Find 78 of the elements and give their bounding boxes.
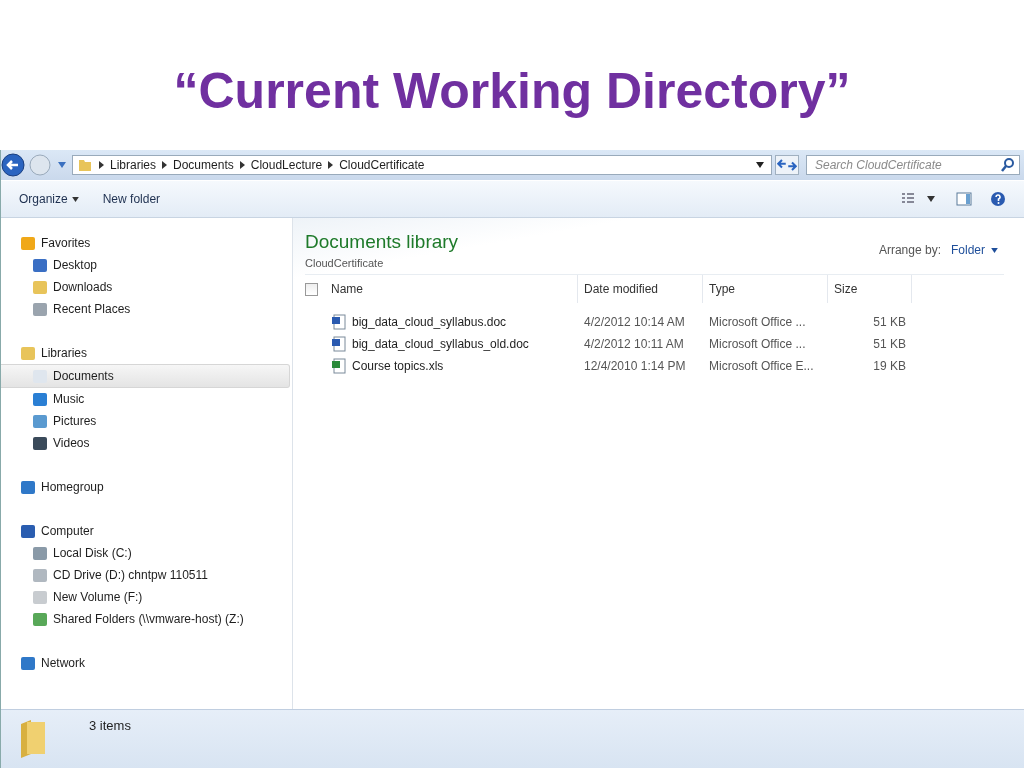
sidebar-header[interactable]: Libraries xyxy=(1,342,292,364)
sidebar-item[interactable]: Music xyxy=(1,388,292,410)
sidebar-item-label: Pictures xyxy=(53,414,97,428)
sidebar-header-label: Network xyxy=(41,656,85,670)
item-count: 3 items xyxy=(89,718,131,733)
sidebar-header[interactable]: Computer xyxy=(1,520,292,542)
word-document-icon xyxy=(331,314,347,330)
select-all-checkbox[interactable] xyxy=(305,282,318,296)
sidebar-item[interactable]: CD Drive (D:) chntpw 110511 xyxy=(1,564,292,586)
new-folder-button[interactable]: New folder xyxy=(94,189,169,209)
date-cell-text: 12/4/2010 1:14 PM xyxy=(583,359,687,373)
sidebar-item[interactable]: New Volume (F:) xyxy=(1,586,292,608)
chevron-icon xyxy=(239,161,245,169)
refresh-icon[interactable] xyxy=(775,155,799,175)
caret-icon xyxy=(71,196,79,202)
file-name[interactable]: Course topics.xls xyxy=(325,358,578,374)
sidebar-item[interactable]: Videos xyxy=(1,432,292,454)
column-header[interactable]: Name xyxy=(325,275,578,303)
chevron-icon xyxy=(162,161,168,169)
sidebar-item-label: Videos xyxy=(53,436,90,450)
arrange-by-label: Arrange by: xyxy=(878,243,941,257)
sidebar-item-label: Shared Folders (\\vmware-host) (Z:) xyxy=(53,612,244,626)
sidebar-item[interactable]: Shared Folders (\\vmware-host) (Z:) xyxy=(1,608,292,630)
chevron-icon xyxy=(99,161,104,169)
sidebar-item[interactable]: Pictures xyxy=(1,410,292,432)
type-cell-text: Microsoft Office ... xyxy=(708,337,807,351)
sidebar-header[interactable]: Favorites xyxy=(1,232,292,254)
sidebar-item[interactable]: Local Disk (C:) xyxy=(1,542,292,564)
date-cell-text: 4/2/2012 10:11 AM xyxy=(583,337,685,351)
caret-icon[interactable] xyxy=(927,196,935,202)
dropdown-caret-icon[interactable] xyxy=(756,162,764,168)
sidebar-item[interactable]: Documents xyxy=(1,364,290,388)
sidebar-item-label: Downloads xyxy=(53,280,113,294)
sidebar-item-label: New Volume (F:) xyxy=(53,590,143,604)
slide-title: “Current Working Directory” xyxy=(172,62,852,121)
sidebar-header-label: Computer xyxy=(41,524,94,538)
sidebar-item-label: CD Drive (D:) chntpw 110511 xyxy=(53,568,208,582)
arrange-by-dropdown[interactable]: Folder xyxy=(945,241,1004,259)
sidebar-header-label: Homegroup xyxy=(41,480,104,494)
sidebar-header-label: Favorites xyxy=(41,236,91,250)
sidebar-header[interactable]: Homegroup xyxy=(1,476,292,498)
address-field[interactable]: Libraries Documents CloudLecture CloudCertificate xyxy=(72,155,772,175)
sidebar-item-label: Documents xyxy=(53,369,114,383)
organize-button[interactable]: Organize xyxy=(11,189,87,209)
breadcrumb[interactable]: CloudLecture xyxy=(250,158,323,172)
date-cell-text: 4/2/2012 10:14 AM xyxy=(583,315,686,329)
chevron-icon xyxy=(328,161,334,169)
breadcrumb[interactable]: Libraries xyxy=(110,158,157,172)
size-cell-text: 51 KB xyxy=(872,337,907,351)
search-icon[interactable] xyxy=(1000,157,1016,173)
sidebar-header-label: Libraries xyxy=(41,346,88,360)
library-title: Documents library xyxy=(305,231,459,253)
sidebar-item[interactable]: Recent Places xyxy=(1,298,292,320)
sidebar-item[interactable]: Desktop xyxy=(1,254,292,276)
breadcrumb[interactable]: CloudCertificate xyxy=(339,158,425,172)
column-header[interactable]: Type xyxy=(703,275,828,303)
sidebar-item[interactable]: Downloads xyxy=(1,276,292,298)
column-header[interactable]: Size xyxy=(828,275,912,303)
sidebar-header[interactable]: Network xyxy=(1,652,292,674)
help-icon[interactable] xyxy=(990,191,1006,207)
column-header[interactable]: Date modified xyxy=(578,275,703,303)
library-subtitle: CloudCertificate xyxy=(305,257,385,269)
spreadsheet-icon xyxy=(331,358,347,374)
preview-pane-icon[interactable] xyxy=(956,191,972,207)
type-cell-text: Microsoft Office ... xyxy=(708,315,807,329)
search-field[interactable]: Search CloudCertificate xyxy=(806,155,1020,175)
caret-icon xyxy=(991,247,998,253)
sidebar-item-label: Recent Places xyxy=(53,302,131,316)
word-document-icon xyxy=(331,336,347,352)
size-cell-text: 51 KB xyxy=(872,315,907,329)
type-cell-text: Microsoft Office E... xyxy=(708,359,815,373)
file-name[interactable]: big_data_cloud_syllabus.doc xyxy=(325,314,578,330)
size-cell-text: 19 KB xyxy=(872,359,907,373)
breadcrumb[interactable]: Documents xyxy=(173,158,234,172)
file-name[interactable]: big_data_cloud_syllabus_old.doc xyxy=(325,336,578,352)
sidebar-item-label: Music xyxy=(53,392,85,406)
sidebar-item-label: Desktop xyxy=(53,258,98,272)
sidebar-item-label: Local Disk (C:) xyxy=(53,546,132,560)
